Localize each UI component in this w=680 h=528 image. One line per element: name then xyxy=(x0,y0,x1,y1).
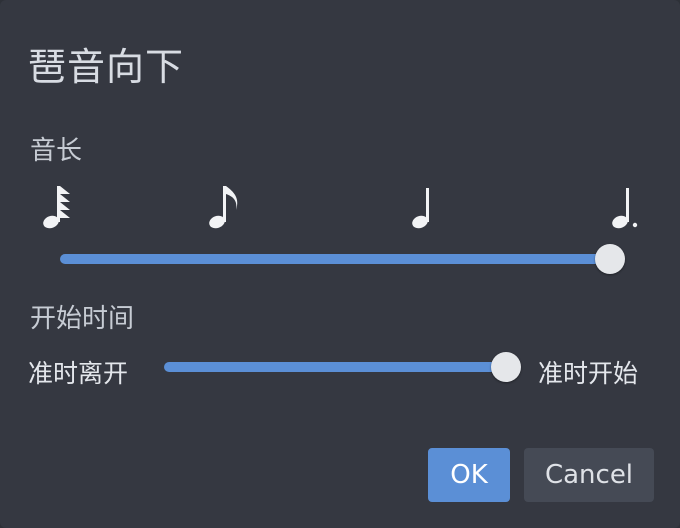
arpeggio-down-dialog: 琶音向下 音长 开始时间 准时离开 准时开始 OK Cancel xyxy=(0,0,680,528)
start-time-slider-thumb[interactable] xyxy=(491,352,521,382)
start-time-section-label: 开始时间 xyxy=(30,304,135,334)
sixty-fourth-note-icon xyxy=(40,180,90,232)
note-length-slider-thumb[interactable] xyxy=(595,244,625,274)
dialog-title: 琶音向下 xyxy=(28,45,185,89)
quarter-note-icon xyxy=(402,180,452,232)
ok-button[interactable]: OK xyxy=(428,448,510,502)
start-time-right-label: 准时开始 xyxy=(538,359,639,388)
start-time-left-label: 准时离开 xyxy=(28,359,129,388)
eighth-note-icon xyxy=(206,180,256,232)
length-section-label: 音长 xyxy=(30,136,83,166)
cancel-button[interactable]: Cancel xyxy=(524,448,654,502)
note-length-slider[interactable] xyxy=(60,244,625,274)
dotted-quarter-note-icon xyxy=(602,180,652,232)
start-time-slider[interactable] xyxy=(164,352,521,382)
